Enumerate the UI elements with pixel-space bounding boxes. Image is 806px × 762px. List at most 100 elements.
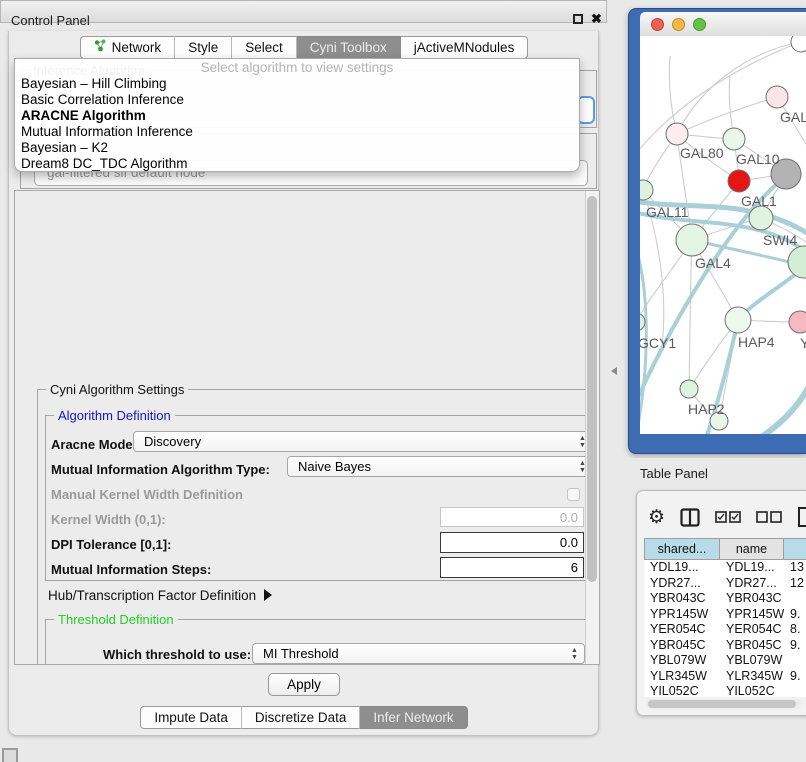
network-node-gal[interactable] xyxy=(766,86,788,108)
node-label-gal1: GAL1 xyxy=(741,193,777,209)
algorithm-option-basic-correlation-inference[interactable]: Basic Correlation Inference xyxy=(15,92,579,108)
network-node-gal10[interactable] xyxy=(723,128,745,150)
aracne-mode-label: Aracne Mode: xyxy=(51,437,137,452)
table-cell: YDR27... xyxy=(644,576,720,592)
column-header-shared[interactable]: shared... xyxy=(644,538,720,560)
table-row[interactable]: YBR045CYBR045C9. xyxy=(644,638,806,654)
mi-type-select[interactable]: Naive Bayes ▲▼ xyxy=(287,456,593,477)
close-traffic-light[interactable] xyxy=(651,18,664,31)
table-row[interactable]: YDL19...YDL19...13 xyxy=(644,560,806,576)
hub-definition-label: Hub/Transcription Factor Definition xyxy=(48,588,256,603)
minimize-traffic-light[interactable] xyxy=(672,18,685,31)
algorithm-dropdown-placeholder: Select algorithm to view settings xyxy=(15,59,579,76)
network-node-hap2[interactable] xyxy=(680,380,698,398)
close-icon[interactable]: ✖ xyxy=(591,11,602,27)
table-cell: 9. xyxy=(784,638,806,654)
gear-icon[interactable]: ⚙ xyxy=(648,506,665,529)
tab-style[interactable]: Style xyxy=(175,36,232,59)
network-window-titlebar[interactable] xyxy=(640,12,806,36)
network-node[interactable] xyxy=(788,246,806,278)
float-window-icon[interactable] xyxy=(573,14,583,24)
mi-steps-input[interactable] xyxy=(440,557,584,578)
column-layout-icon[interactable] xyxy=(680,508,700,527)
tab-infer-network[interactable]: Infer Network xyxy=(360,706,467,729)
network-node-gal11[interactable] xyxy=(640,180,653,200)
table-cell: YBR045C xyxy=(644,638,720,654)
tab-label: Style xyxy=(188,37,218,58)
tab-label: Infer Network xyxy=(373,707,453,728)
table-row[interactable]: YDR27...YDR27...12 xyxy=(644,576,806,592)
tab-select[interactable]: Select xyxy=(232,36,297,59)
table-row[interactable]: YLR345WYLR345W9. xyxy=(644,669,806,685)
control-panel-title: Control Panel xyxy=(11,13,90,28)
algorithm-option-dream8-dc-tdc-algorithm[interactable]: Dream8 DC_TDC Algorithm xyxy=(15,156,579,172)
algorithm-option-mutual-information-inference[interactable]: Mutual Information Inference xyxy=(15,124,579,140)
zoom-traffic-light[interactable] xyxy=(693,18,706,31)
table-cell xyxy=(784,653,806,669)
tab-discretize-data[interactable]: Discretize Data xyxy=(242,706,361,729)
manual-kernel-checkbox[interactable] xyxy=(567,488,580,501)
node-label-gal80: GAL80 xyxy=(680,145,724,161)
network-node-gal4[interactable] xyxy=(676,224,708,256)
hub-definition-expander[interactable]: Hub/Transcription Factor Definition xyxy=(48,588,272,603)
table-row[interactable]: YIL052CYIL052C xyxy=(644,684,806,697)
vertical-scrollbar-thumb[interactable] xyxy=(587,196,597,582)
node-label-gcy1: GCY1 xyxy=(640,335,676,351)
node-label-swi4: SWI4 xyxy=(763,232,797,248)
algorithm-dropdown-list: Bayesian – Hill ClimbingBasic Correlatio… xyxy=(15,76,579,172)
control-panel-titlebar: Control Panel ✖ xyxy=(0,0,607,23)
which-threshold-select[interactable]: MI Threshold ▲▼ xyxy=(252,643,585,664)
which-threshold-label: Which threshold to use: xyxy=(103,647,251,662)
apply-button[interactable]: Apply xyxy=(268,673,340,696)
network-canvas[interactable]: GALGAL80GAL10GAL1GAL11SWI4GAL4GCY1HAP4YH… xyxy=(640,36,806,434)
network-node-gal1[interactable] xyxy=(728,170,750,192)
column-header-name[interactable]: name xyxy=(720,538,784,560)
tab-network[interactable]: Network xyxy=(80,36,176,59)
table-cell: YBL079W xyxy=(720,653,784,669)
algorithm-option-bayesian-k2[interactable]: Bayesian – K2 xyxy=(15,140,579,156)
deselect-all-icon[interactable] xyxy=(756,511,782,523)
dpi-tolerance-input[interactable] xyxy=(440,532,584,553)
network-node-gcy1[interactable] xyxy=(640,313,645,331)
node-label-gal10: GAL10 xyxy=(736,151,780,167)
aracne-mode-select[interactable]: Discovery ▲▼ xyxy=(133,431,593,452)
node-label-gal: GAL xyxy=(780,109,806,125)
select-all-icon[interactable] xyxy=(715,511,741,523)
table-row[interactable]: YBR043CYBR043C xyxy=(644,591,806,607)
table-row[interactable]: YPR145WYPR145W9. xyxy=(644,607,806,623)
table-body: YDL19...YDL19...13YDR27...YDR27...12YBR0… xyxy=(644,560,806,697)
algorithm-option-bayesian-hill-climbing[interactable]: Bayesian – Hill Climbing xyxy=(15,76,579,92)
cyni-algorithm-settings-title: Cyni Algorithm Settings xyxy=(46,382,188,397)
table-scrollbar-thumb[interactable] xyxy=(648,700,796,708)
table-cell: YIL052C xyxy=(644,684,720,697)
settings-scrollpane: Cyni Algorithm Settings Algorithm Defini… xyxy=(14,190,600,665)
column-header-a[interactable]: A xyxy=(784,538,806,560)
minimized-panel-button[interactable] xyxy=(2,748,18,762)
network-node-swi4[interactable] xyxy=(749,206,773,230)
expand-right-icon xyxy=(264,589,272,601)
network-node[interactable] xyxy=(791,36,806,52)
divider-collapse-icon[interactable] xyxy=(611,367,617,375)
table-row[interactable]: YER054CYER054C8. xyxy=(644,622,806,638)
table-panel-title: Table Panel xyxy=(640,466,708,481)
tab-label: jActiveMNodules xyxy=(414,37,515,58)
which-threshold-value: MI Threshold xyxy=(263,646,569,661)
algorithm-dropdown-popup: Select algorithm to view settings Bayesi… xyxy=(14,58,580,172)
node-label-hap2: HAP2 xyxy=(688,401,725,417)
tab-impute-data[interactable]: Impute Data xyxy=(140,706,242,729)
cyni-bottom-tabbar: Impute DataDiscretize Data Infer Network xyxy=(0,706,608,729)
table-cell: YDL19... xyxy=(720,560,784,576)
node-label-hap4: HAP4 xyxy=(738,334,775,350)
combo-arrows-icon: ▲▼ xyxy=(569,647,580,661)
network-node-gal80[interactable] xyxy=(666,123,688,145)
file-icon[interactable] xyxy=(797,506,806,528)
network-node-y[interactable] xyxy=(789,311,806,333)
tab-jactivemnodules[interactable]: jActiveMNodules xyxy=(401,36,529,59)
table-row[interactable]: YBL079WYBL079W xyxy=(644,653,806,669)
kernel-width-input[interactable] xyxy=(440,507,584,527)
algorithm-option-aracne-algorithm[interactable]: ARACNE Algorithm xyxy=(15,108,579,124)
tab-cyni-toolbox[interactable]: Cyni Toolbox xyxy=(297,36,401,59)
table-toolbar: ⚙ xyxy=(648,503,806,531)
dpi-tolerance-label: DPI Tolerance [0,1]: xyxy=(51,537,171,552)
network-node-hap4[interactable] xyxy=(725,307,751,333)
